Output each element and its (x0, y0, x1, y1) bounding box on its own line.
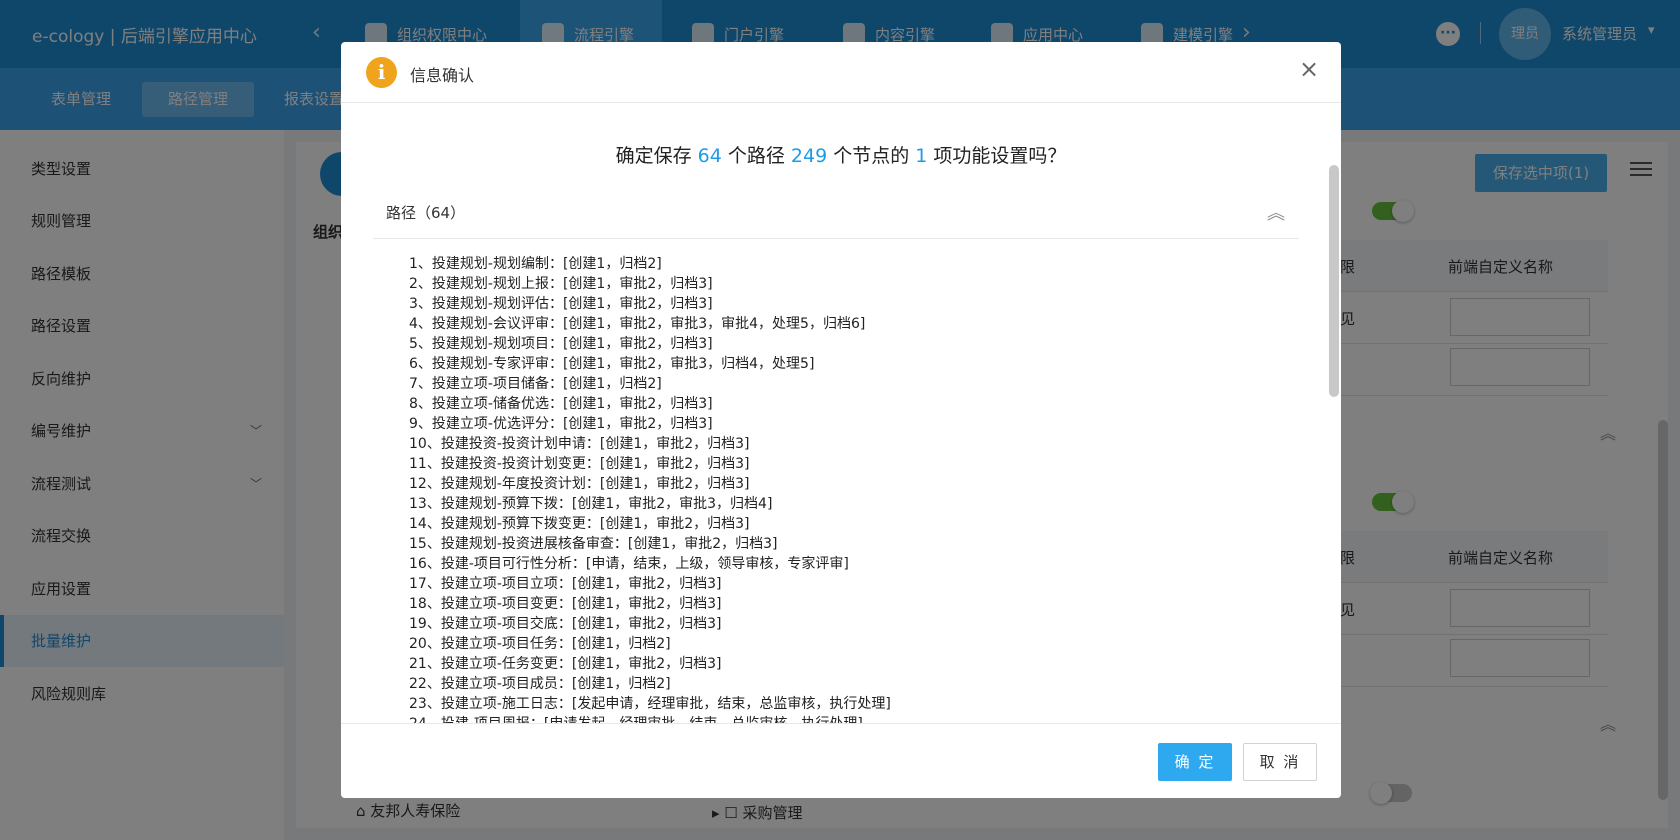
question-text: 个路径 (721, 145, 791, 167)
list-item: 5、投建规划-规划项目：[创建1，审批2，归档3] (409, 336, 713, 352)
list-item: 20、投建立项-项目任务：[创建1，归档2] (409, 636, 671, 652)
list-item: 13、投建规划-预算下拨：[创建1，审批2，审批3，归档4] (409, 496, 773, 512)
confirm-button[interactable]: 确 定 (1158, 743, 1232, 781)
list-item: 1、投建规划-规划编制：[创建1，归档2] (409, 256, 662, 272)
paths-section-title: 路径（64） (386, 204, 466, 222)
list-item: 3、投建规划-规划评估：[创建1，审批2，归档3] (409, 296, 713, 312)
list-item: 24、投建-项目周报：[申请发起，经理审批，结束，总监审核，执行处理] (409, 714, 1289, 723)
collapse-icon[interactable]: ︽ (1267, 199, 1285, 225)
setting-count: 1 (915, 145, 928, 167)
question-text: 确定保存 (615, 145, 698, 167)
info-icon: i (366, 57, 397, 88)
list-item: 4、投建规划-会议评审：[创建1，审批2，审批3，审批4，处理5，归档6] (409, 316, 866, 332)
list-item: 14、投建规划-预算下拨变更：[创建1，审批2，归档3] (409, 516, 750, 532)
node-count: 249 (790, 145, 828, 167)
list-item: 15、投建规划-投资进展核备审查：[创建1，审批2，归档3] (409, 536, 778, 552)
list-item: 11、投建投资-投资计划变更：[创建1，审批2，归档3] (409, 456, 750, 472)
list-item: 7、投建立项-项目储备：[创建1，归档2] (409, 376, 662, 392)
dialog-title: 信息确认 (410, 66, 475, 85)
question-text: 个节点的 (827, 145, 916, 167)
list-item: 12、投建规划-年度投资计划：[创建1，审批2，归档3] (409, 476, 750, 492)
dialog-footer: 确 定 取 消 (341, 723, 1341, 798)
dialog-header: i 信息确认 × (341, 42, 1341, 103)
list-item: 9、投建立项-优选评分：[创建1，审批2，归档3] (409, 416, 713, 432)
confirm-dialog: i 信息确认 × 确定保存 64 个路径 249 个节点的 1 项功能设置吗？ … (341, 42, 1341, 798)
list-item: 19、投建立项-项目交底：[创建1，审批2，归档3] (409, 616, 722, 632)
close-icon[interactable]: × (1297, 57, 1321, 81)
list-item: 10、投建投资-投资计划申请：[创建1，审批2，归档3] (409, 436, 750, 452)
confirm-question: 确定保存 64 个路径 249 个节点的 1 项功能设置吗？ (341, 141, 1341, 168)
list-item: 21、投建立项-任务变更：[创建1，审批2，归档3] (409, 656, 722, 672)
path-count: 64 (697, 145, 722, 167)
paths-list: 1、投建规划-规划编制：[创建1，归档2] 2、投建规划-规划上报：[创建1，审批… (409, 254, 1289, 723)
list-item: 16、投建-项目可行性分析：[申请，结束，上级，领导审核，专家评审] (409, 556, 849, 572)
dialog-scrollbar[interactable] (1329, 165, 1339, 397)
cancel-button[interactable]: 取 消 (1243, 743, 1317, 781)
list-item: 8、投建立项-储备优选：[创建1，审批2，归档3] (409, 396, 713, 412)
list-item: 17、投建立项-项目立项：[创建1，审批2，归档3] (409, 576, 722, 592)
list-item: 22、投建立项-项目成员：[创建1，归档2] (409, 676, 671, 692)
dialog-body: 确定保存 64 个路径 249 个节点的 1 项功能设置吗？ 路径（64） ︽ … (341, 103, 1341, 723)
list-item: 18、投建立项-项目变更：[创建1，审批2，归档3] (409, 596, 722, 612)
question-text: 项功能设置吗？ (927, 145, 1067, 167)
list-item: 2、投建规划-规划上报：[创建1，审批2，归档3] (409, 276, 713, 292)
paths-section-header[interactable]: 路径（64） ︽ (373, 187, 1299, 239)
list-item: 23、投建立项-施工日志：[发起申请，经理审批，结束，总监审核，执行处理] (409, 696, 891, 712)
list-item: 6、投建规划-专家评审：[创建1，审批2，审批3，归档4，处理5] (409, 356, 815, 372)
